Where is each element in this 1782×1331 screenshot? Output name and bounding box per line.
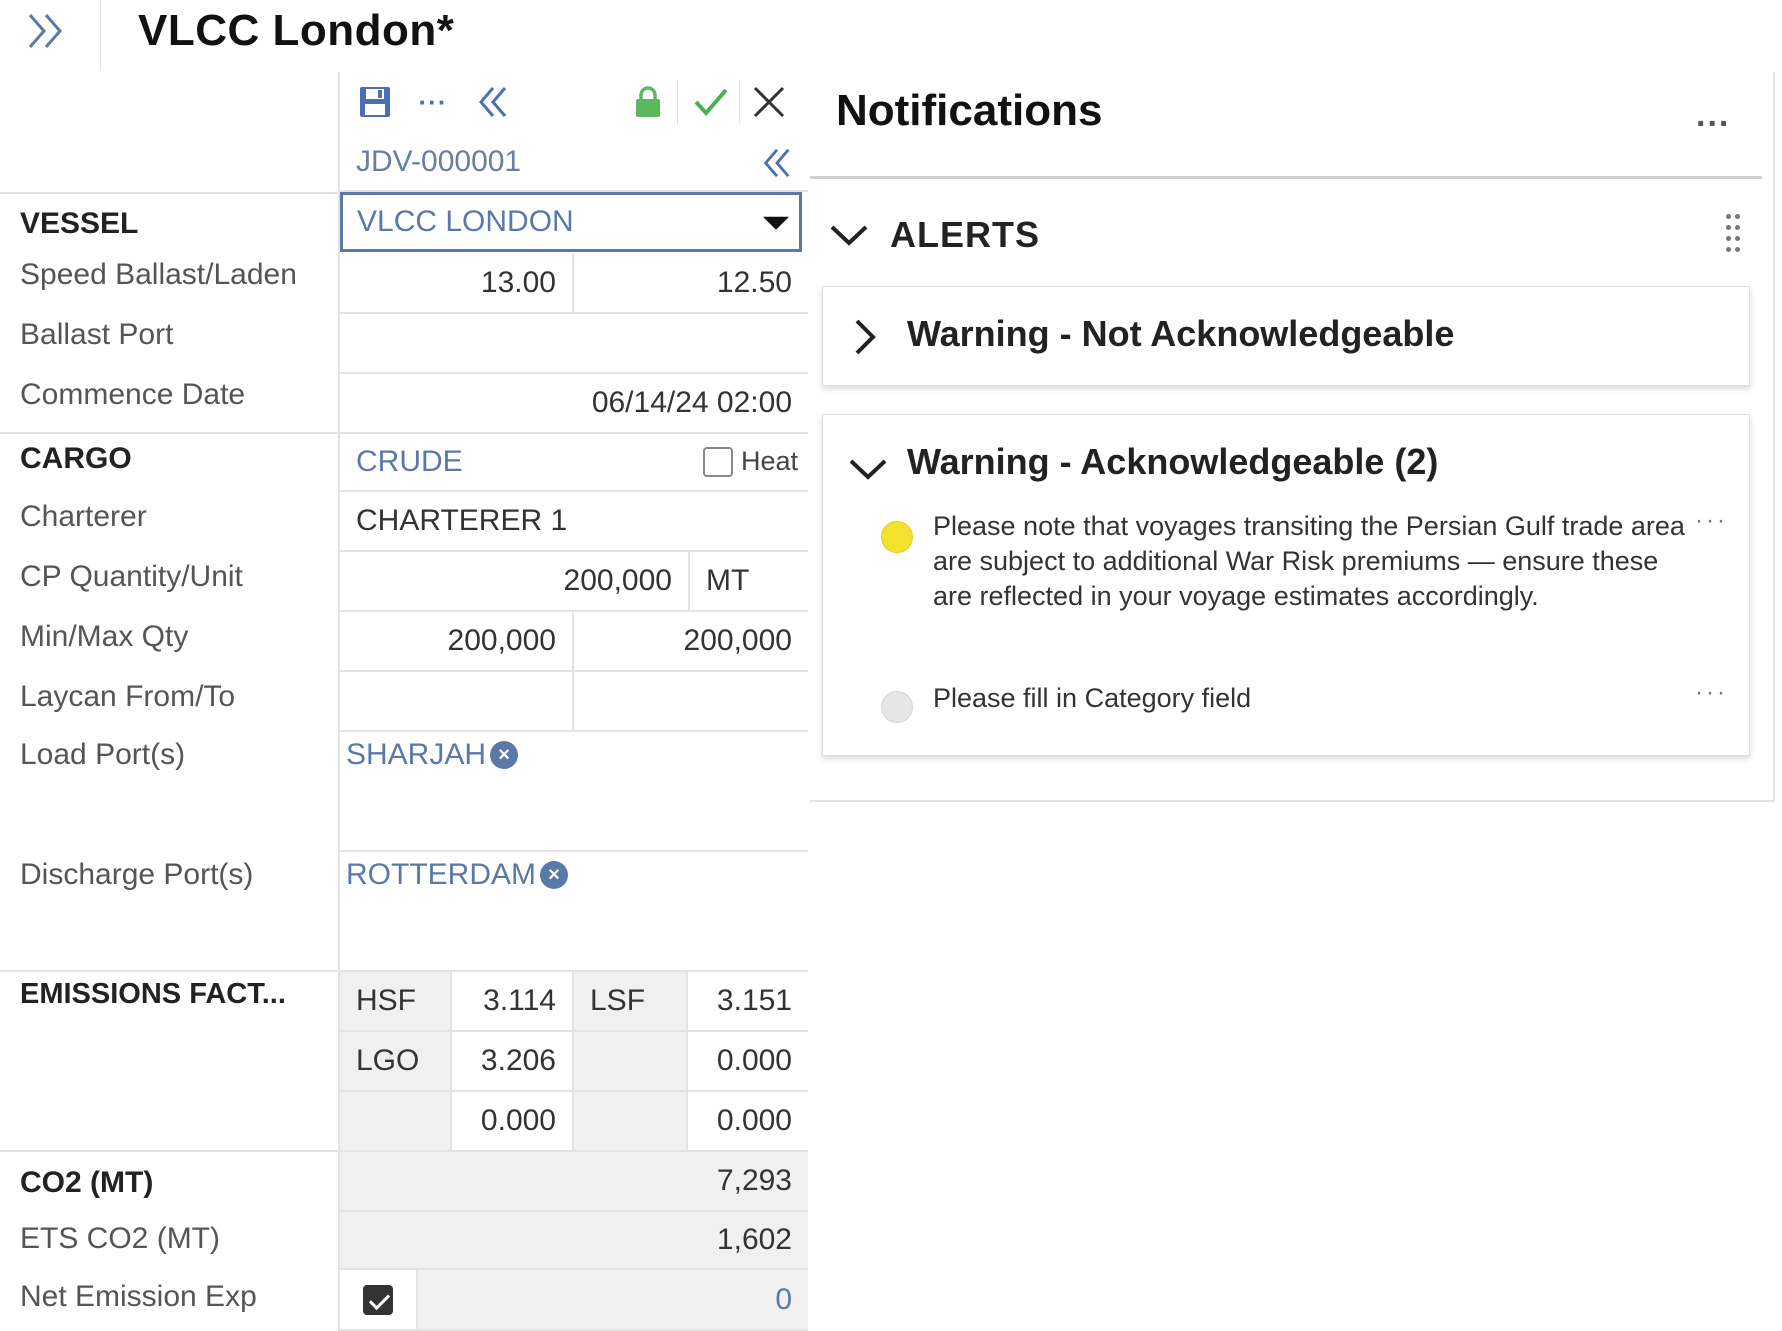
fuel-name-cell xyxy=(574,1032,688,1092)
fuel-factor-field[interactable]: 3.151 xyxy=(688,972,808,1032)
cp-unit-field[interactable]: MT xyxy=(690,552,808,612)
laycan-label: Laycan From/To xyxy=(20,680,236,713)
chevron-down-icon[interactable] xyxy=(847,455,889,483)
net-emission-value: 0 xyxy=(418,1270,808,1331)
vessel-label: VESSEL xyxy=(20,207,139,240)
charterer-field[interactable]: CHARTERER 1 xyxy=(340,492,808,552)
cargo-label: CARGO xyxy=(20,442,132,475)
alert-item-more-button[interactable]: ··· xyxy=(1695,507,1728,535)
expand-sidebar-icon[interactable] xyxy=(20,8,72,54)
ballast-port-label: Ballast Port xyxy=(20,318,174,351)
cargo-value: CRUDE xyxy=(356,445,463,478)
port-chip-rotterdam[interactable]: ROTTERDAM × xyxy=(346,858,568,892)
status-dot-pending xyxy=(881,691,913,723)
net-emission-label: Net Emission Exp xyxy=(20,1280,257,1313)
warning-not-ack-title: Warning - Not Acknowledgeable xyxy=(907,313,1455,354)
ballast-port-field[interactable] xyxy=(340,314,808,374)
discharge-ports-label: Discharge Port(s) xyxy=(20,858,254,891)
co2-value: 7,293 xyxy=(340,1152,808,1212)
alert-item-more-button[interactable]: ··· xyxy=(1695,679,1728,707)
fuel-factor-field[interactable]: 3.114 xyxy=(452,972,574,1032)
page-title: VLCC London* xyxy=(138,6,455,55)
warning-ack-title[interactable]: Warning - Acknowledgeable (2) xyxy=(907,441,1438,483)
panel-edge xyxy=(1773,72,1775,802)
min-max-label: Min/Max Qty xyxy=(20,620,189,653)
collapse-left-icon[interactable] xyxy=(469,80,517,124)
warning-ack-card: Warning - Acknowledgeable (2) Please not… xyxy=(822,414,1750,756)
confirm-check-icon[interactable] xyxy=(689,80,733,124)
load-ports-label: Load Port(s) xyxy=(20,738,186,771)
alerts-title: ALERTS xyxy=(890,214,1040,255)
save-icon[interactable] xyxy=(351,80,399,124)
charterer-label: Charterer xyxy=(20,500,147,533)
commence-date-field[interactable]: 06/14/24 02:00 xyxy=(340,374,808,434)
max-qty-field[interactable]: 200,000 xyxy=(574,612,808,672)
heat-toggle[interactable]: Heat xyxy=(702,446,798,477)
header-divider xyxy=(100,0,101,70)
notifications-more-button[interactable]: ... xyxy=(1696,96,1730,135)
fuel-factor-field[interactable]: 0.000 xyxy=(688,1092,808,1152)
vessel-value: VLCC LONDON xyxy=(357,205,574,238)
toolbar-separator xyxy=(677,80,678,124)
chevron-down-icon xyxy=(830,225,868,246)
notifications-divider xyxy=(810,176,1762,179)
alert-item-text: Please note that voyages transiting the … xyxy=(933,511,1685,611)
speed-laden-field[interactable]: 12.50 xyxy=(574,254,808,314)
panel-bottom-edge xyxy=(810,800,1775,802)
heat-checkbox[interactable] xyxy=(702,446,733,477)
speed-label: Speed Ballast/Laden xyxy=(20,258,297,291)
net-emission-toggle-cell xyxy=(340,1270,418,1331)
net-emission-checkbox[interactable] xyxy=(363,1284,393,1315)
chevron-right-icon xyxy=(855,319,876,355)
drag-handle-icon[interactable] xyxy=(1726,214,1740,254)
cargo-field[interactable]: CRUDE Heat xyxy=(340,434,808,492)
section-divider xyxy=(0,1150,340,1152)
chevron-down-icon xyxy=(763,216,789,230)
laycan-to-field[interactable] xyxy=(574,672,808,732)
remove-chip-icon[interactable]: × xyxy=(540,861,568,889)
fuel-factor-field[interactable]: 0.000 xyxy=(688,1032,808,1092)
alerts-section-header[interactable]: ALERTS xyxy=(828,200,1758,270)
fuel-name-cell: LGO xyxy=(340,1032,452,1092)
remove-chip-icon[interactable]: × xyxy=(490,741,519,769)
status-dot-warning xyxy=(881,521,913,553)
notifications-title: Notifications xyxy=(836,86,1103,135)
laycan-from-field[interactable] xyxy=(340,672,574,732)
fuel-factor-field[interactable]: 0.000 xyxy=(452,1092,574,1152)
cp-quantity-field[interactable]: 200,000 xyxy=(340,552,690,612)
toolbar-separator xyxy=(739,80,740,124)
heat-label: Heat xyxy=(740,446,798,476)
section-divider xyxy=(0,432,340,434)
form-toolbar: ··· xyxy=(339,72,808,134)
warning-not-ack-card[interactable]: Warning - Not Acknowledgeable xyxy=(822,286,1750,386)
ets-co2-label: ETS CO2 (MT) xyxy=(20,1222,220,1255)
alert-item-text: Please fill in Category field xyxy=(933,683,1252,713)
row-divider xyxy=(0,192,340,194)
top-bar: VLCC London* xyxy=(0,0,1782,70)
more-actions-icon[interactable]: ··· xyxy=(409,80,457,124)
emissions-factors-label: EMISSIONS FACT... xyxy=(20,978,286,1010)
close-icon[interactable] xyxy=(747,80,791,124)
fuel-name-cell xyxy=(574,1092,688,1152)
fuel-name-cell: LSF xyxy=(574,972,688,1032)
speed-ballast-field[interactable]: 13.00 xyxy=(340,254,574,314)
port-chip-sharjah[interactable]: SHARJAH × xyxy=(346,738,519,772)
commence-date-label: Commence Date xyxy=(20,378,246,411)
ets-co2-value: 1,602 xyxy=(340,1212,808,1270)
voyage-form: ··· JDV-000001 VESSEL VLCC LONDON Speed … xyxy=(0,72,808,1331)
co2-label: CO2 (MT) xyxy=(20,1166,154,1199)
fuel-factor-field[interactable]: 3.206 xyxy=(452,1032,574,1092)
cp-quantity-label: CP Quantity/Unit xyxy=(20,560,243,593)
min-qty-field[interactable]: 200,000 xyxy=(340,612,574,672)
fuel-name-cell: HSF xyxy=(340,972,452,1032)
vessel-dropdown[interactable]: VLCC LONDON xyxy=(340,192,802,252)
record-id-field: JDV-000001 xyxy=(340,134,808,192)
section-divider xyxy=(0,970,340,972)
lock-icon[interactable] xyxy=(626,80,670,124)
notifications-panel: Notifications ... ALERTS Warning - Not A… xyxy=(810,72,1782,1331)
fuel-name-cell xyxy=(340,1092,452,1152)
collapse-record-icon[interactable] xyxy=(760,146,794,180)
